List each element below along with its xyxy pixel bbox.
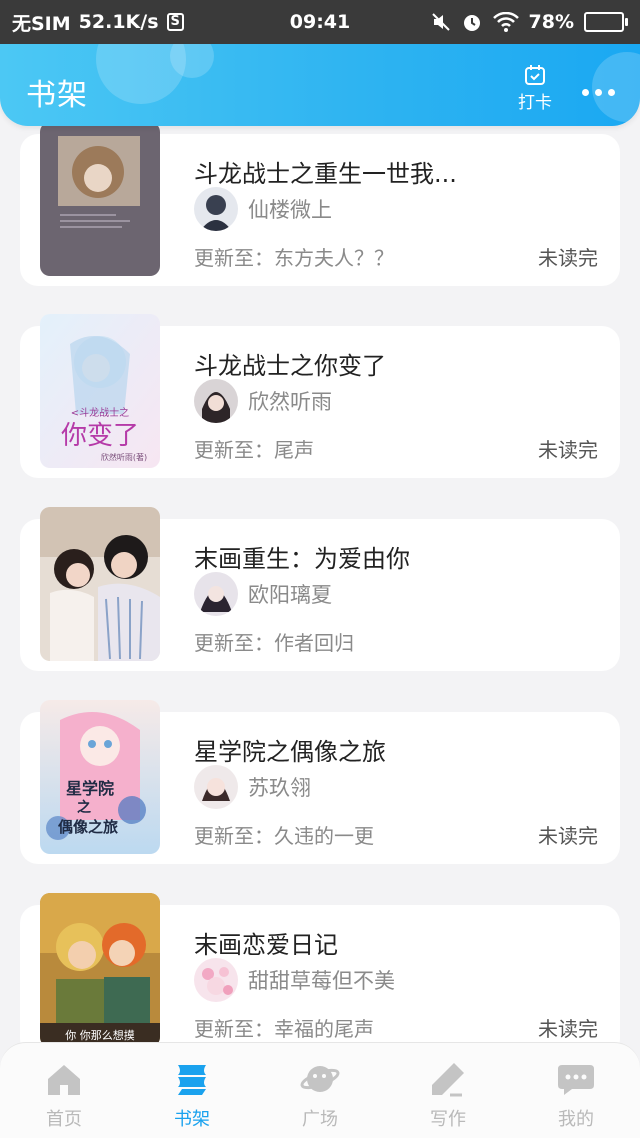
wifi-icon (492, 12, 519, 32)
battery-percent: 78% (528, 11, 574, 33)
update-chapter: 久违的一更 (274, 824, 374, 848)
more-dot (607, 88, 615, 96)
cover-text: 星学院 (66, 779, 114, 798)
book-card[interactable]: 星学院 之 偶像之旅 星学院之偶像之旅 苏玖翎 更新至：久违的一更 未读完 (20, 700, 620, 864)
more-dot (581, 88, 589, 96)
latest-update: 更新至：幸福的尾声 (194, 1013, 374, 1042)
latest-update: 更新至：作者回归 (194, 627, 354, 656)
read-status: 未读完 (538, 824, 598, 848)
author-avatar (194, 187, 238, 231)
book-card[interactable]: <斗龙战士之 你变了 欣然听雨(著) 斗龙战士之你变了 欣然听雨 更新至：尾声 … (20, 314, 620, 478)
nav-mine[interactable]: 我的 (512, 1043, 640, 1138)
clock: 09:41 (289, 11, 351, 33)
calendar-check-icon (525, 65, 545, 85)
checkin-label: 打卡 (518, 93, 552, 113)
app-header: 书架 打卡 (0, 44, 640, 126)
mute-icon (431, 13, 450, 31)
cover-text: 欣然听雨(著) (101, 452, 147, 462)
author-name: 甜甜草莓但不美 (248, 969, 395, 993)
network-speed: 52.1K/s (78, 11, 159, 33)
cover-text: <斗龙战士之 (71, 406, 129, 419)
home-icon (48, 1065, 80, 1095)
cover-caption: 你 你那么想摸 (65, 1028, 135, 1042)
book-cover (40, 507, 160, 661)
author-name: 欣然听雨 (248, 390, 332, 414)
book-cover: <斗龙战士之 你变了 欣然听雨(著) (40, 314, 160, 468)
carrier-text: 无SIM (12, 12, 71, 35)
alarm-icon (463, 15, 480, 31)
planet-icon (300, 1066, 340, 1092)
update-prefix: 更新至： (194, 1017, 274, 1041)
nav-home[interactable]: 首页 (0, 1043, 128, 1138)
book-title: 斗龙战士之你变了 (194, 352, 386, 380)
book-title: 斗龙战士之重生一世我... (194, 160, 457, 188)
read-status: 未读完 (538, 438, 598, 462)
bookshelf-icon (178, 1065, 206, 1095)
page-title: 书架 (26, 78, 88, 113)
chat-icon (558, 1065, 594, 1095)
nav-label: 广场 (302, 1109, 338, 1130)
latest-update: 更新至：尾声 (194, 434, 314, 463)
more-dot (594, 88, 602, 96)
nav-bookshelf[interactable]: 书架 (128, 1043, 256, 1138)
nav-write[interactable]: 写作 (384, 1043, 512, 1138)
book-cover: 你 你那么想摸 (40, 893, 160, 1047)
update-prefix: 更新至： (194, 246, 274, 270)
battery-icon (584, 12, 628, 32)
author-avatar (194, 379, 238, 423)
author-name: 苏玖翎 (248, 776, 311, 800)
book-card[interactable]: 你 你那么想摸 末画恋爱日记 甜甜草莓但不美 更新至：幸福的尾声 未读完 (20, 893, 620, 1057)
update-prefix: 更新至： (194, 438, 274, 462)
update-chapter: 尾声 (274, 438, 314, 462)
read-status: 未读完 (538, 1017, 598, 1041)
author-avatar (194, 765, 238, 809)
book-card[interactable]: 斗龙战士之重生一世我... 仙楼微上 更新至：东方夫人？？ 未读完 (20, 122, 620, 286)
pen-icon (432, 1063, 464, 1097)
nav-label: 首页 (46, 1109, 82, 1130)
checkin-button[interactable]: 打卡 (512, 64, 558, 113)
book-cover: 星学院 之 偶像之旅 (40, 700, 160, 854)
nav-label: 书架 (174, 1109, 210, 1130)
update-chapter: 东方夫人？？ (274, 246, 394, 270)
cover-text: 之 (77, 799, 91, 816)
update-chapter: 作者回归 (274, 631, 354, 655)
update-prefix: 更新至： (194, 631, 274, 655)
book-title: 末画恋爱日记 (194, 931, 338, 959)
cover-text: 偶像之旅 (58, 818, 118, 836)
more-menu-button[interactable] (578, 82, 618, 102)
nav-label: 我的 (558, 1109, 594, 1130)
bottom-nav: 首页 书架 广场 写作 我的 (0, 1042, 640, 1138)
book-cover (40, 122, 160, 276)
book-card[interactable]: 末画重生：为爱由你 欧阳璃夏 更新至：作者回归 (20, 507, 620, 671)
s-badge: S (166, 13, 184, 31)
nav-square[interactable]: 广场 (256, 1043, 384, 1138)
update-prefix: 更新至： (194, 824, 274, 848)
status-bar: 无SIM 52.1K/s S 09:41 78% (0, 0, 640, 44)
author-avatar (194, 958, 238, 1002)
author-name: 仙楼微上 (248, 198, 332, 222)
cover-text: 你变了 (61, 421, 139, 451)
author-name: 欧阳璃夏 (248, 583, 332, 607)
nav-label: 写作 (430, 1109, 466, 1130)
latest-update: 更新至：东方夫人？？ (194, 242, 394, 271)
read-status: 未读完 (538, 246, 598, 270)
book-list: 斗龙战士之重生一世我... 仙楼微上 更新至：东方夫人？？ 未读完 <斗龙战士之… (0, 0, 640, 1138)
book-title: 末画重生：为爱由你 (194, 545, 410, 573)
author-avatar (194, 572, 238, 616)
book-title: 星学院之偶像之旅 (194, 738, 386, 766)
latest-update: 更新至：久违的一更 (194, 820, 374, 849)
update-chapter: 幸福的尾声 (274, 1017, 374, 1041)
